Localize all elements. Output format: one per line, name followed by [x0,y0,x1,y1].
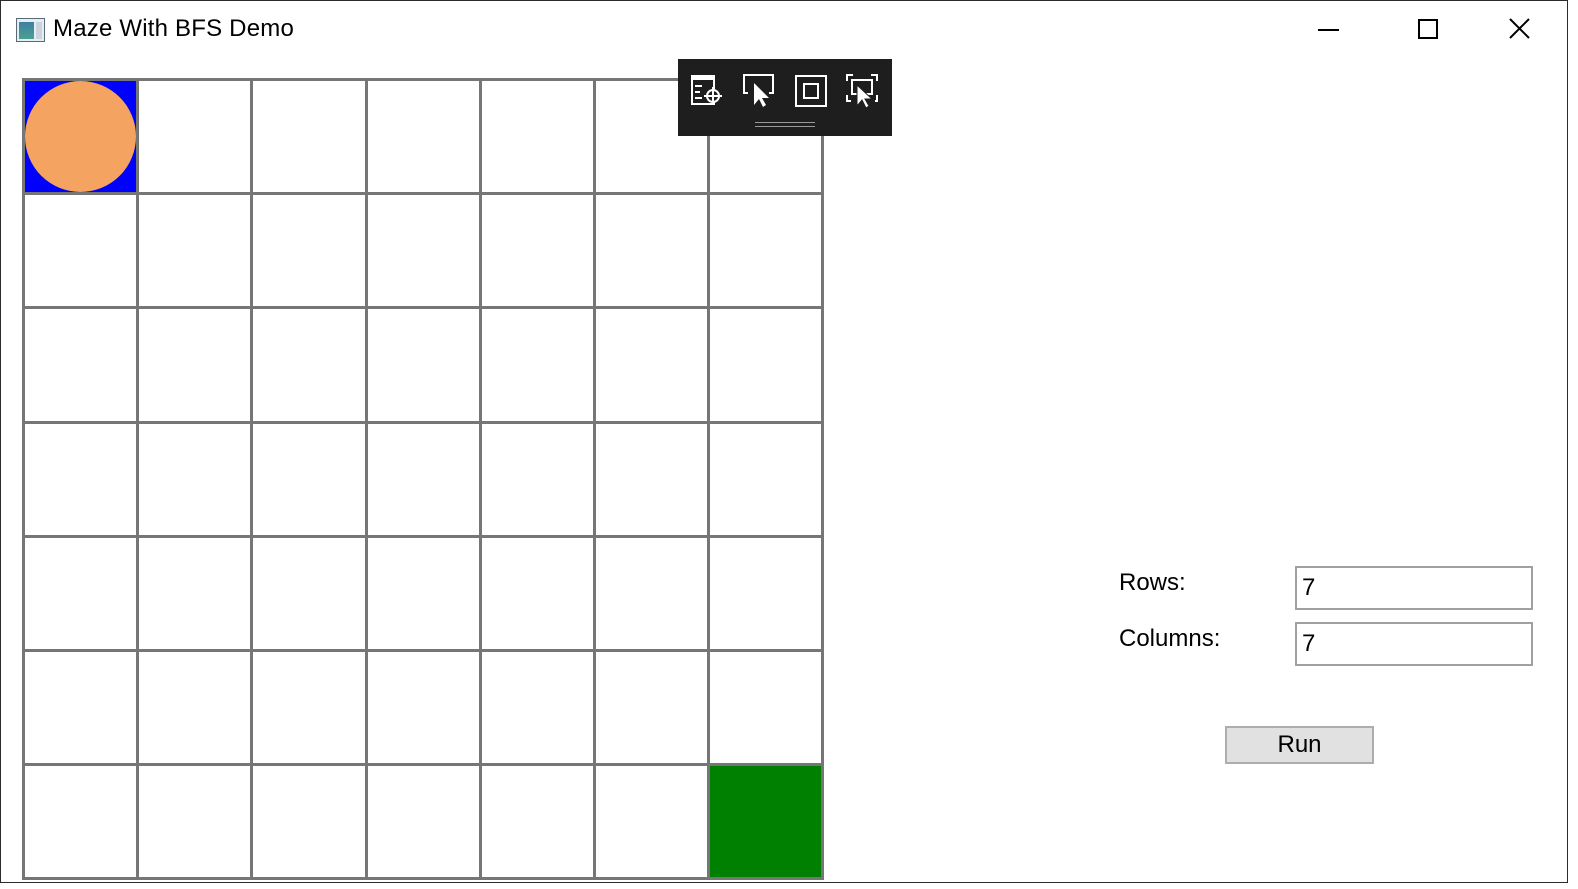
maze-cell [364,648,482,767]
maze-cell [364,534,482,652]
close-button[interactable] [1497,7,1543,51]
app-window: Maze With BFS Demo Rows: 7 Columns: 7 Ru… [0,0,1568,883]
maze-cell [707,192,825,310]
maze-cell [250,192,368,310]
maze-cell [364,78,482,196]
maze-cell [478,648,596,767]
maze-goal-cell [707,763,825,881]
maze-cell [136,420,254,538]
maze-cell [478,534,596,652]
maze-cell [478,192,596,310]
minimize-icon [1318,29,1339,31]
maze-cell [707,306,825,424]
toolbar-grip[interactable] [755,122,815,127]
columns-input[interactable] [1295,622,1533,666]
maze-cell [136,192,254,310]
maze-cell [592,306,711,424]
maze-cell [478,78,596,196]
maze-cell [22,648,140,767]
maze-cell [22,763,140,881]
debug-toolbar [678,59,892,136]
track-focus-icon[interactable] [845,73,879,109]
select-cursor-icon[interactable] [742,73,776,109]
maze-cell [250,534,368,652]
maze-cell [22,192,140,310]
maze-start-cell [22,78,140,196]
maze-cell [364,306,482,424]
player-marker [25,81,137,193]
maze-cell [478,306,596,424]
maze-cell [478,763,596,881]
display-layout-icon[interactable] [794,73,828,109]
maze-cell [364,192,482,310]
maximize-icon [1418,19,1438,39]
maximize-button[interactable] [1405,7,1451,51]
maze-cell [707,648,825,767]
maze-cell [592,192,711,310]
run-button[interactable]: Run [1225,726,1374,764]
rows-input[interactable] [1295,566,1533,610]
maze-cell [250,763,368,881]
maze-cell [364,763,482,881]
close-icon [1509,18,1530,39]
maze-cell [707,420,825,538]
maze-cell [22,306,140,424]
maze-cell [707,534,825,652]
maze-cell [136,78,254,196]
maze-cell [250,78,368,196]
window-title: Maze With BFS Demo [53,15,294,42]
maze-cell [592,534,711,652]
maze-cell [136,306,254,424]
maze-cell [592,763,711,881]
maze-cell [250,420,368,538]
maze-cell [22,534,140,652]
maze-cell [136,534,254,652]
maze-cell [136,763,254,881]
maze-cell [592,420,711,538]
select-element-icon[interactable] [690,73,724,109]
app-window-icon [16,18,45,42]
maze-cell [136,648,254,767]
maze-cell [478,420,596,538]
rows-label: Rows: [1119,569,1186,596]
minimize-button[interactable] [1306,7,1352,51]
maze-cell [364,420,482,538]
maze-grid [22,78,825,881]
maze-cell [592,648,711,767]
maze-cell [250,306,368,424]
title-bar: Maze With BFS Demo [1,1,1567,57]
maze-cell [22,420,140,538]
maze-cell [250,648,368,767]
columns-label: Columns: [1119,625,1221,652]
